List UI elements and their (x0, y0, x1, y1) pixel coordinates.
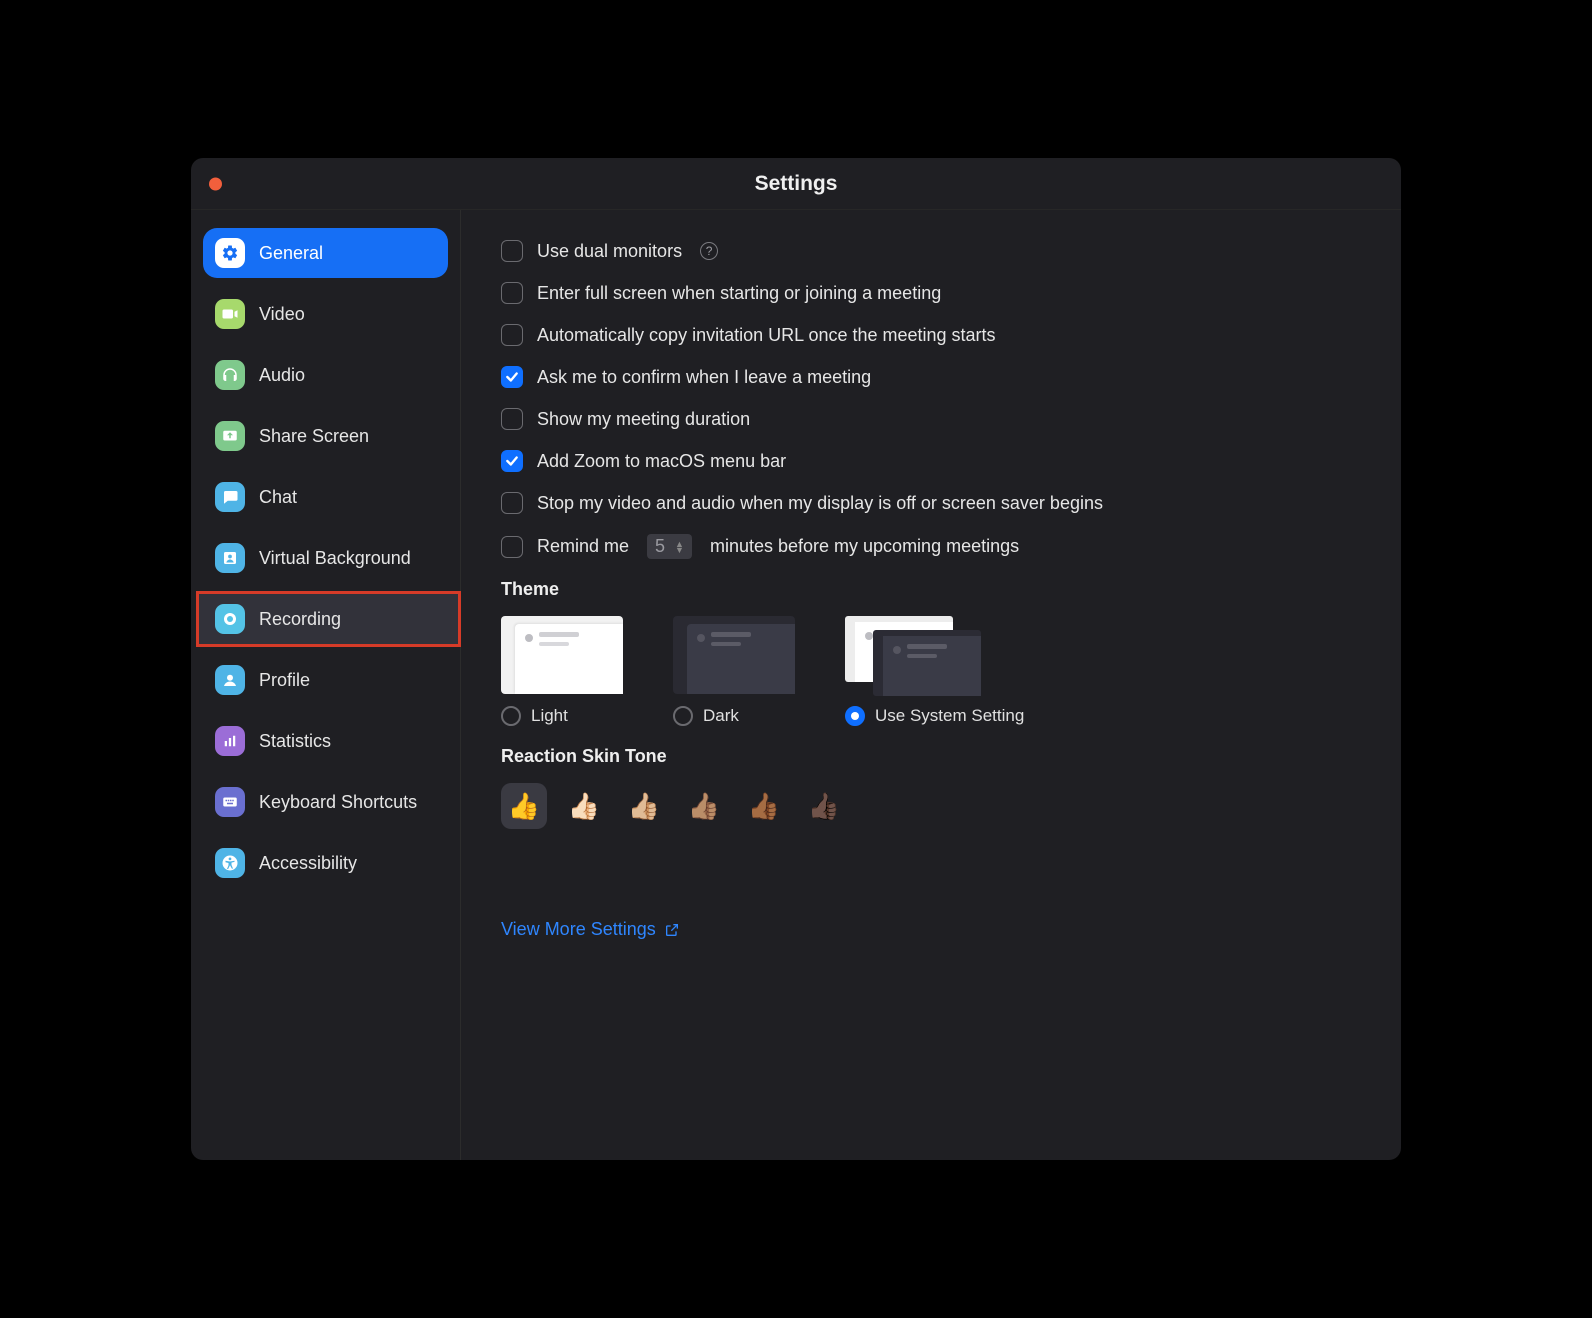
sidebar-item-label: Statistics (259, 731, 331, 752)
skin-tone-options: 👍 👍🏻 👍🏼 👍🏽 👍🏾 👍🏿 (501, 783, 1361, 829)
option-confirm-leave: Ask me to confirm when I leave a meeting (501, 366, 1361, 388)
accessibility-icon (215, 848, 245, 878)
theme-thumb-light (501, 616, 623, 694)
theme-option-light[interactable]: Light (501, 616, 623, 726)
window-controls (209, 177, 222, 190)
sidebar-item-statistics[interactable]: Statistics (203, 716, 448, 766)
gear-icon (215, 238, 245, 268)
checkbox-stop-on-sleep[interactable] (501, 492, 523, 514)
profile-icon (215, 665, 245, 695)
theme-section-title: Theme (501, 579, 1361, 600)
checkbox-menubar[interactable] (501, 450, 523, 472)
sidebar-item-label: Chat (259, 487, 297, 508)
external-link-icon (664, 922, 680, 938)
sidebar-item-audio[interactable]: Audio (203, 350, 448, 400)
sidebar: General Video Audio Share Screen (191, 210, 461, 1160)
sidebar-item-label: Share Screen (259, 426, 369, 447)
sidebar-item-chat[interactable]: Chat (203, 472, 448, 522)
sidebar-item-profile[interactable]: Profile (203, 655, 448, 705)
radio-theme-dark[interactable] (673, 706, 693, 726)
settings-window: Settings General Video Audio (191, 158, 1401, 1160)
sidebar-item-recording[interactable]: Recording (199, 594, 458, 644)
theme-thumb-dark (673, 616, 795, 694)
theme-options: Light Dark (501, 616, 1361, 726)
option-dual-monitors: Use dual monitors ? (501, 240, 1361, 262)
option-label: Use dual monitors (537, 241, 682, 262)
skin-tone-3[interactable]: 👍🏽 (681, 783, 727, 829)
sidebar-item-virtual-background[interactable]: Virtual Background (203, 533, 448, 583)
theme-label: Light (531, 706, 568, 726)
sidebar-item-label: Virtual Background (259, 548, 411, 569)
titlebar: Settings (191, 158, 1401, 210)
sidebar-item-label: Profile (259, 670, 310, 691)
remind-suffix: minutes before my upcoming meetings (710, 536, 1019, 557)
keyboard-icon (215, 787, 245, 817)
theme-option-system[interactable]: Use System Setting (845, 616, 1024, 726)
remind-minutes-stepper[interactable]: 5 ▲▼ (647, 534, 692, 559)
close-window-button[interactable] (209, 177, 222, 190)
sidebar-item-share-screen[interactable]: Share Screen (203, 411, 448, 461)
headphones-icon (215, 360, 245, 390)
skin-tone-section-title: Reaction Skin Tone (501, 746, 1361, 767)
option-copy-invite-url: Automatically copy invitation URL once t… (501, 324, 1361, 346)
option-menubar: Add Zoom to macOS menu bar (501, 450, 1361, 472)
theme-label: Use System Setting (875, 706, 1024, 726)
radio-theme-system[interactable] (845, 706, 865, 726)
sidebar-item-label: Recording (259, 609, 341, 630)
remind-prefix: Remind me (537, 536, 629, 557)
skin-tone-0[interactable]: 👍 (501, 783, 547, 829)
option-label: Enter full screen when starting or joini… (537, 283, 941, 304)
stepper-arrows-icon: ▲▼ (675, 541, 684, 553)
theme-thumb-system (845, 616, 985, 694)
virtual-background-icon (215, 543, 245, 573)
sidebar-item-keyboard-shortcuts[interactable]: Keyboard Shortcuts (203, 777, 448, 827)
checkbox-fullscreen-start[interactable] (501, 282, 523, 304)
sidebar-item-accessibility[interactable]: Accessibility (203, 838, 448, 888)
sidebar-item-video[interactable]: Video (203, 289, 448, 339)
share-screen-icon (215, 421, 245, 451)
sidebar-item-label: Audio (259, 365, 305, 386)
theme-option-dark[interactable]: Dark (673, 616, 795, 726)
option-fullscreen-start: Enter full screen when starting or joini… (501, 282, 1361, 304)
option-label: Ask me to confirm when I leave a meeting (537, 367, 871, 388)
theme-label: Dark (703, 706, 739, 726)
option-remind-me: Remind me 5 ▲▼ minutes before my upcomin… (501, 534, 1361, 559)
checkbox-remind-me[interactable] (501, 536, 523, 558)
option-stop-on-sleep: Stop my video and audio when my display … (501, 492, 1361, 514)
view-more-settings-link[interactable]: View More Settings (501, 919, 680, 940)
skin-tone-1[interactable]: 👍🏻 (561, 783, 607, 829)
checkbox-copy-invite-url[interactable] (501, 324, 523, 346)
chat-icon (215, 482, 245, 512)
skin-tone-4[interactable]: 👍🏾 (741, 783, 787, 829)
more-link-label: View More Settings (501, 919, 656, 940)
option-label: Add Zoom to macOS menu bar (537, 451, 786, 472)
sidebar-item-label: General (259, 243, 323, 264)
sidebar-item-label: Accessibility (259, 853, 357, 874)
statistics-icon (215, 726, 245, 756)
sidebar-item-label: Video (259, 304, 305, 325)
checkbox-dual-monitors[interactable] (501, 240, 523, 262)
settings-content-general: Use dual monitors ? Enter full screen wh… (461, 210, 1401, 1160)
sidebar-item-label: Keyboard Shortcuts (259, 792, 417, 813)
video-icon (215, 299, 245, 329)
remind-minutes-value: 5 (655, 536, 665, 557)
option-label: Show my meeting duration (537, 409, 750, 430)
option-label: Automatically copy invitation URL once t… (537, 325, 996, 346)
body: General Video Audio Share Screen (191, 210, 1401, 1160)
checkbox-confirm-leave[interactable] (501, 366, 523, 388)
recording-icon (215, 604, 245, 634)
skin-tone-5[interactable]: 👍🏿 (801, 783, 847, 829)
help-icon[interactable]: ? (700, 242, 718, 260)
radio-theme-light[interactable] (501, 706, 521, 726)
sidebar-item-general[interactable]: General (203, 228, 448, 278)
option-label: Stop my video and audio when my display … (537, 493, 1103, 514)
checkbox-show-duration[interactable] (501, 408, 523, 430)
option-show-duration: Show my meeting duration (501, 408, 1361, 430)
skin-tone-2[interactable]: 👍🏼 (621, 783, 667, 829)
window-title: Settings (191, 172, 1401, 196)
